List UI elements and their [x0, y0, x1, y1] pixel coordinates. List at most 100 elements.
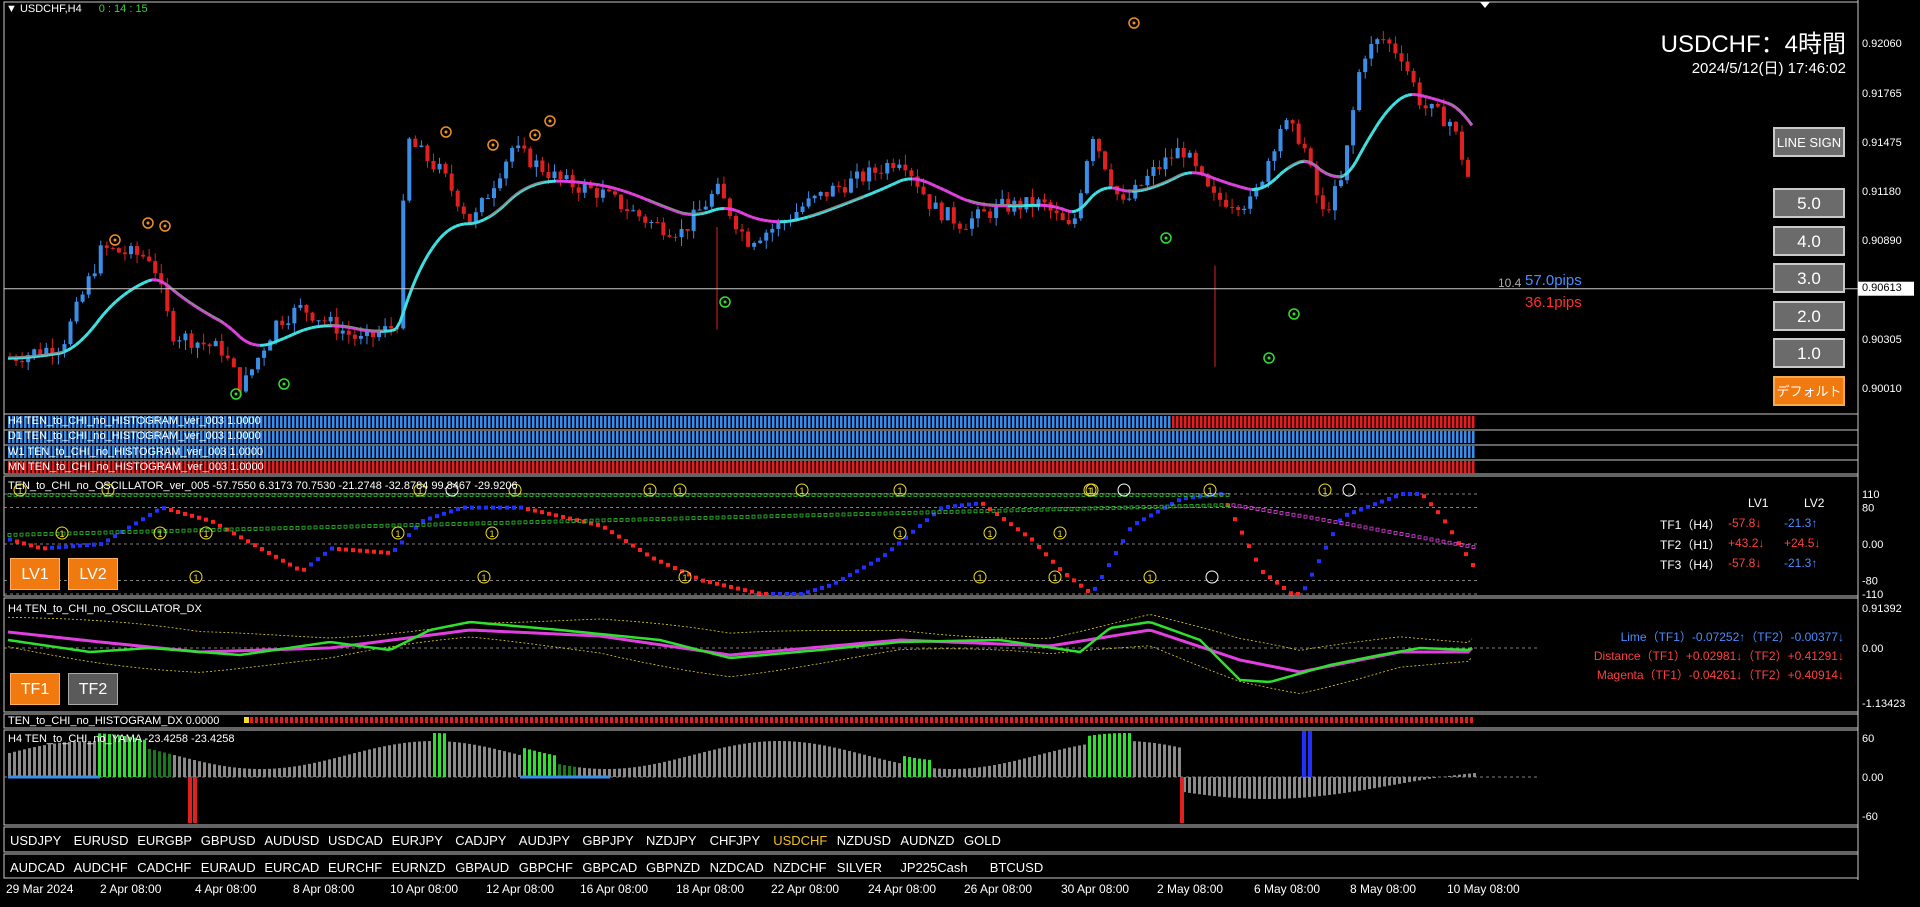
histogram-bar	[560, 461, 563, 473]
yama-bar	[478, 746, 481, 777]
level-button-3[interactable]: 3.0	[1773, 263, 1845, 293]
histogram-bar	[1004, 446, 1007, 458]
pair-button-nzdjpy[interactable]: NZDJPY	[646, 833, 697, 848]
pair-button-usdcad[interactable]: USDCAD	[328, 833, 383, 848]
pair-button-gbpusd[interactable]: GBPUSD	[201, 833, 256, 848]
histogram-dx-bar	[550, 717, 553, 723]
level-button-2[interactable]: 2.0	[1773, 301, 1845, 331]
histogram-bar	[780, 416, 783, 428]
pair-button-audchf[interactable]: AUDCHF	[74, 860, 128, 875]
pair-button-eurgbp[interactable]: EURGBP	[137, 833, 192, 848]
pair-button-nzdusd[interactable]: NZDUSD	[837, 833, 891, 848]
menu-arrow-icon[interactable]: ▼	[6, 3, 17, 15]
histogram-bar	[1336, 461, 1339, 473]
oscillator-dot	[351, 548, 355, 552]
level-button-1[interactable]: 1.0	[1773, 338, 1845, 368]
pair-button-usdjpy[interactable]: USDJPY	[10, 833, 61, 848]
oscillator-dot	[218, 524, 222, 528]
histogram-dx-bar	[680, 717, 683, 723]
histogram-bar	[788, 446, 791, 458]
pair-button-audusd[interactable]: AUDUSD	[264, 833, 319, 848]
level-button-4[interactable]: 4.0	[1773, 226, 1845, 256]
moving-average-line	[1400, 97, 1404, 99]
pair-button-euraud[interactable]: EURAUD	[201, 860, 256, 875]
pair-button-eurcad[interactable]: EURCAD	[264, 860, 319, 875]
oscillator-dot	[113, 534, 117, 538]
pair-button-gbpcad[interactable]: GBPCAD	[582, 860, 637, 875]
histogram-bar	[1168, 461, 1171, 473]
histogram-bar	[548, 461, 551, 473]
lv1-button[interactable]: LV1	[10, 558, 60, 590]
level-button-5[interactable]: 5.0	[1773, 188, 1845, 218]
lv2-button[interactable]: LV2	[68, 558, 118, 590]
pair-button-nzdcad[interactable]: NZDCAD	[710, 860, 764, 875]
oscillator-square	[1418, 536, 1421, 539]
candle-body	[274, 321, 278, 341]
histogram-bar	[1260, 446, 1263, 458]
oscillator-square	[758, 515, 761, 518]
yama-bar	[1328, 777, 1331, 795]
yama-bar	[163, 753, 166, 777]
pair-button-eurjpy[interactable]: EURJPY	[392, 833, 443, 848]
pair-button-nzdchf[interactable]: NZDCHF	[773, 860, 826, 875]
histogram-bar	[1436, 461, 1439, 473]
pair-button-gbpnzd[interactable]: GBPNZD	[646, 860, 700, 875]
yama-bar	[203, 762, 206, 777]
pair-button-cadjpy[interactable]: CADJPY	[455, 833, 506, 848]
histogram-bar	[792, 416, 795, 428]
chart-canvas[interactable]: 110800.00-80-110111111111111111111111111…	[0, 0, 1920, 902]
pair-button-eurnzd[interactable]: EURNZD	[392, 860, 446, 875]
pair-button-audcad[interactable]: AUDCAD	[10, 860, 65, 875]
pair-button-chfjpy[interactable]: CHFJPY	[710, 833, 761, 848]
histogram-bar	[640, 446, 643, 458]
dx-tick-label: 0.91392	[1862, 603, 1902, 615]
pair-button-gbpaud[interactable]: GBPAUD	[455, 860, 509, 875]
pair-button-eurchf[interactable]: EURCHF	[328, 860, 382, 875]
histogram-dx-bar	[340, 717, 343, 723]
pair-button-usdchf[interactable]: USDCHF	[773, 833, 827, 848]
oscillator-dot	[428, 517, 432, 521]
histogram-bar	[452, 416, 455, 428]
yama-bar	[1058, 750, 1061, 777]
yama-bar	[733, 745, 736, 777]
pair-button-gbpjpy[interactable]: GBPJPY	[582, 833, 633, 848]
histogram-bar	[1268, 461, 1271, 473]
pair-button-jp225cash[interactable]: JP225Cash	[900, 860, 967, 875]
pair-button-silver[interactable]: SILVER	[837, 860, 882, 875]
histogram-bar	[584, 446, 587, 458]
candle-body	[20, 361, 24, 362]
pair-button-gold[interactable]: GOLD	[964, 833, 1001, 848]
oscillator-dot	[1261, 570, 1265, 574]
pair-button-btcusd[interactable]: BTCUSD	[990, 860, 1043, 875]
pair-button-audnzd[interactable]: AUDNZD	[900, 833, 954, 848]
oscillator-square	[314, 526, 317, 529]
histogram-bar	[1212, 416, 1215, 428]
histogram-bar	[360, 446, 363, 458]
yama-bar	[188, 759, 191, 777]
oscillator-square	[506, 521, 509, 524]
histogram-bar	[1360, 416, 1363, 428]
histogram-bar	[264, 431, 267, 443]
line-sign-button[interactable]: LINE SIGN	[1773, 127, 1845, 157]
tf2-button[interactable]: TF2	[68, 673, 118, 705]
moving-average-line	[744, 214, 748, 216]
tf1-button[interactable]: TF1	[10, 673, 60, 705]
pair-button-audjpy[interactable]: AUDJPY	[519, 833, 570, 848]
histogram-dx-bar	[915, 717, 918, 723]
pair-button-gbpchf[interactable]: GBPCHF	[519, 860, 573, 875]
oscillator-square	[1280, 511, 1283, 514]
default-button[interactable]: デフォルト	[1773, 376, 1845, 406]
histogram-bar	[812, 416, 815, 428]
histogram-bar	[756, 446, 759, 458]
pair-button-cadchf[interactable]: CADCHF	[137, 860, 191, 875]
pair-button-eurusd[interactable]: EURUSD	[74, 833, 129, 848]
moving-average-line	[880, 188, 884, 190]
histogram-bar	[480, 446, 483, 458]
histogram-bar	[444, 416, 447, 428]
yama-bar	[468, 744, 471, 777]
yama-bar	[798, 742, 801, 777]
yama-bar	[213, 764, 216, 777]
candle-body	[897, 165, 901, 168]
histogram-bar	[1308, 416, 1311, 428]
histogram-bar	[520, 446, 523, 458]
